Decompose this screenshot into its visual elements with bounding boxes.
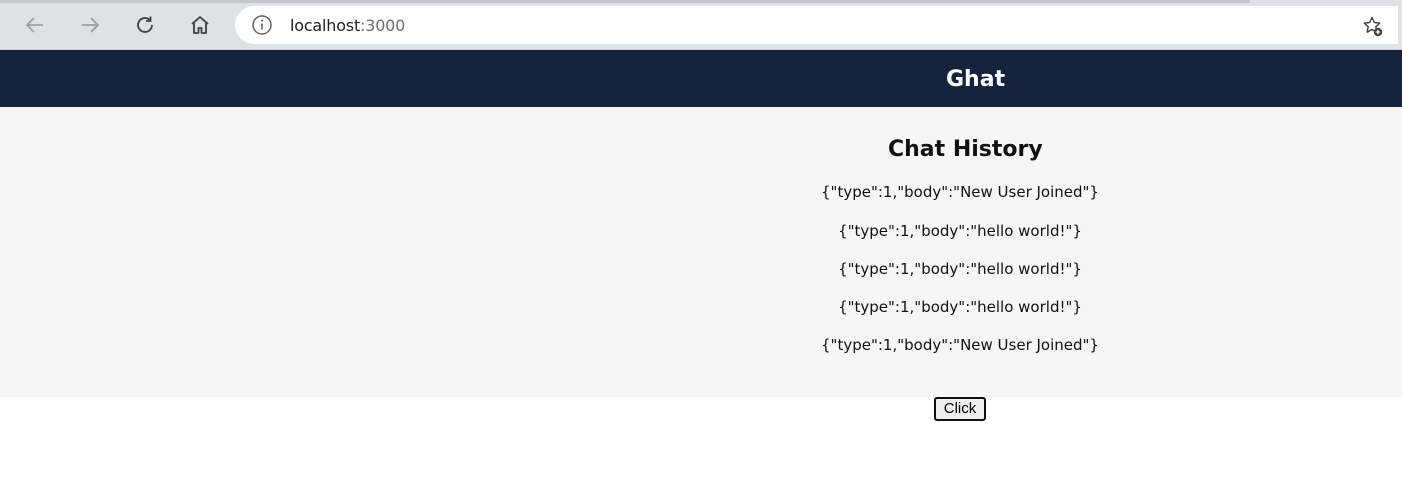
reload-icon [133, 13, 157, 37]
url-port: :3000 [360, 15, 406, 35]
home-button[interactable] [185, 10, 215, 40]
chat-message: {"type":1,"body":"New User Joined"} [821, 336, 1099, 354]
chat-message: {"type":1,"body":"hello world!"} [838, 222, 1082, 240]
address-bar[interactable]: localhost:3000 [235, 6, 1398, 44]
url-host: localhost [290, 15, 361, 35]
chat-message: {"type":1,"body":"hello world!"} [838, 298, 1082, 316]
arrow-left-icon [23, 13, 47, 37]
app-title: Ghat [946, 67, 1006, 92]
arrow-right-icon [78, 13, 102, 37]
browser-toolbar: localhost:3000 [0, 0, 1402, 50]
forward-button[interactable] [75, 10, 105, 40]
back-button[interactable] [20, 10, 50, 40]
app-header [0, 50, 1402, 107]
chat-message: {"type":1,"body":"New User Joined"} [821, 183, 1099, 201]
reload-button[interactable] [130, 10, 160, 40]
chat-message: {"type":1,"body":"hello world!"} [838, 260, 1082, 278]
click-button[interactable]: Click [934, 397, 986, 421]
url-text: localhost:3000 [290, 16, 405, 35]
tab-strip [0, 0, 1250, 3]
chat-history-panel [0, 107, 1402, 397]
info-icon[interactable] [251, 14, 273, 36]
star-add-icon[interactable] [1360, 14, 1384, 38]
home-icon [188, 13, 212, 37]
chat-history-heading: Chat History [888, 137, 1043, 162]
